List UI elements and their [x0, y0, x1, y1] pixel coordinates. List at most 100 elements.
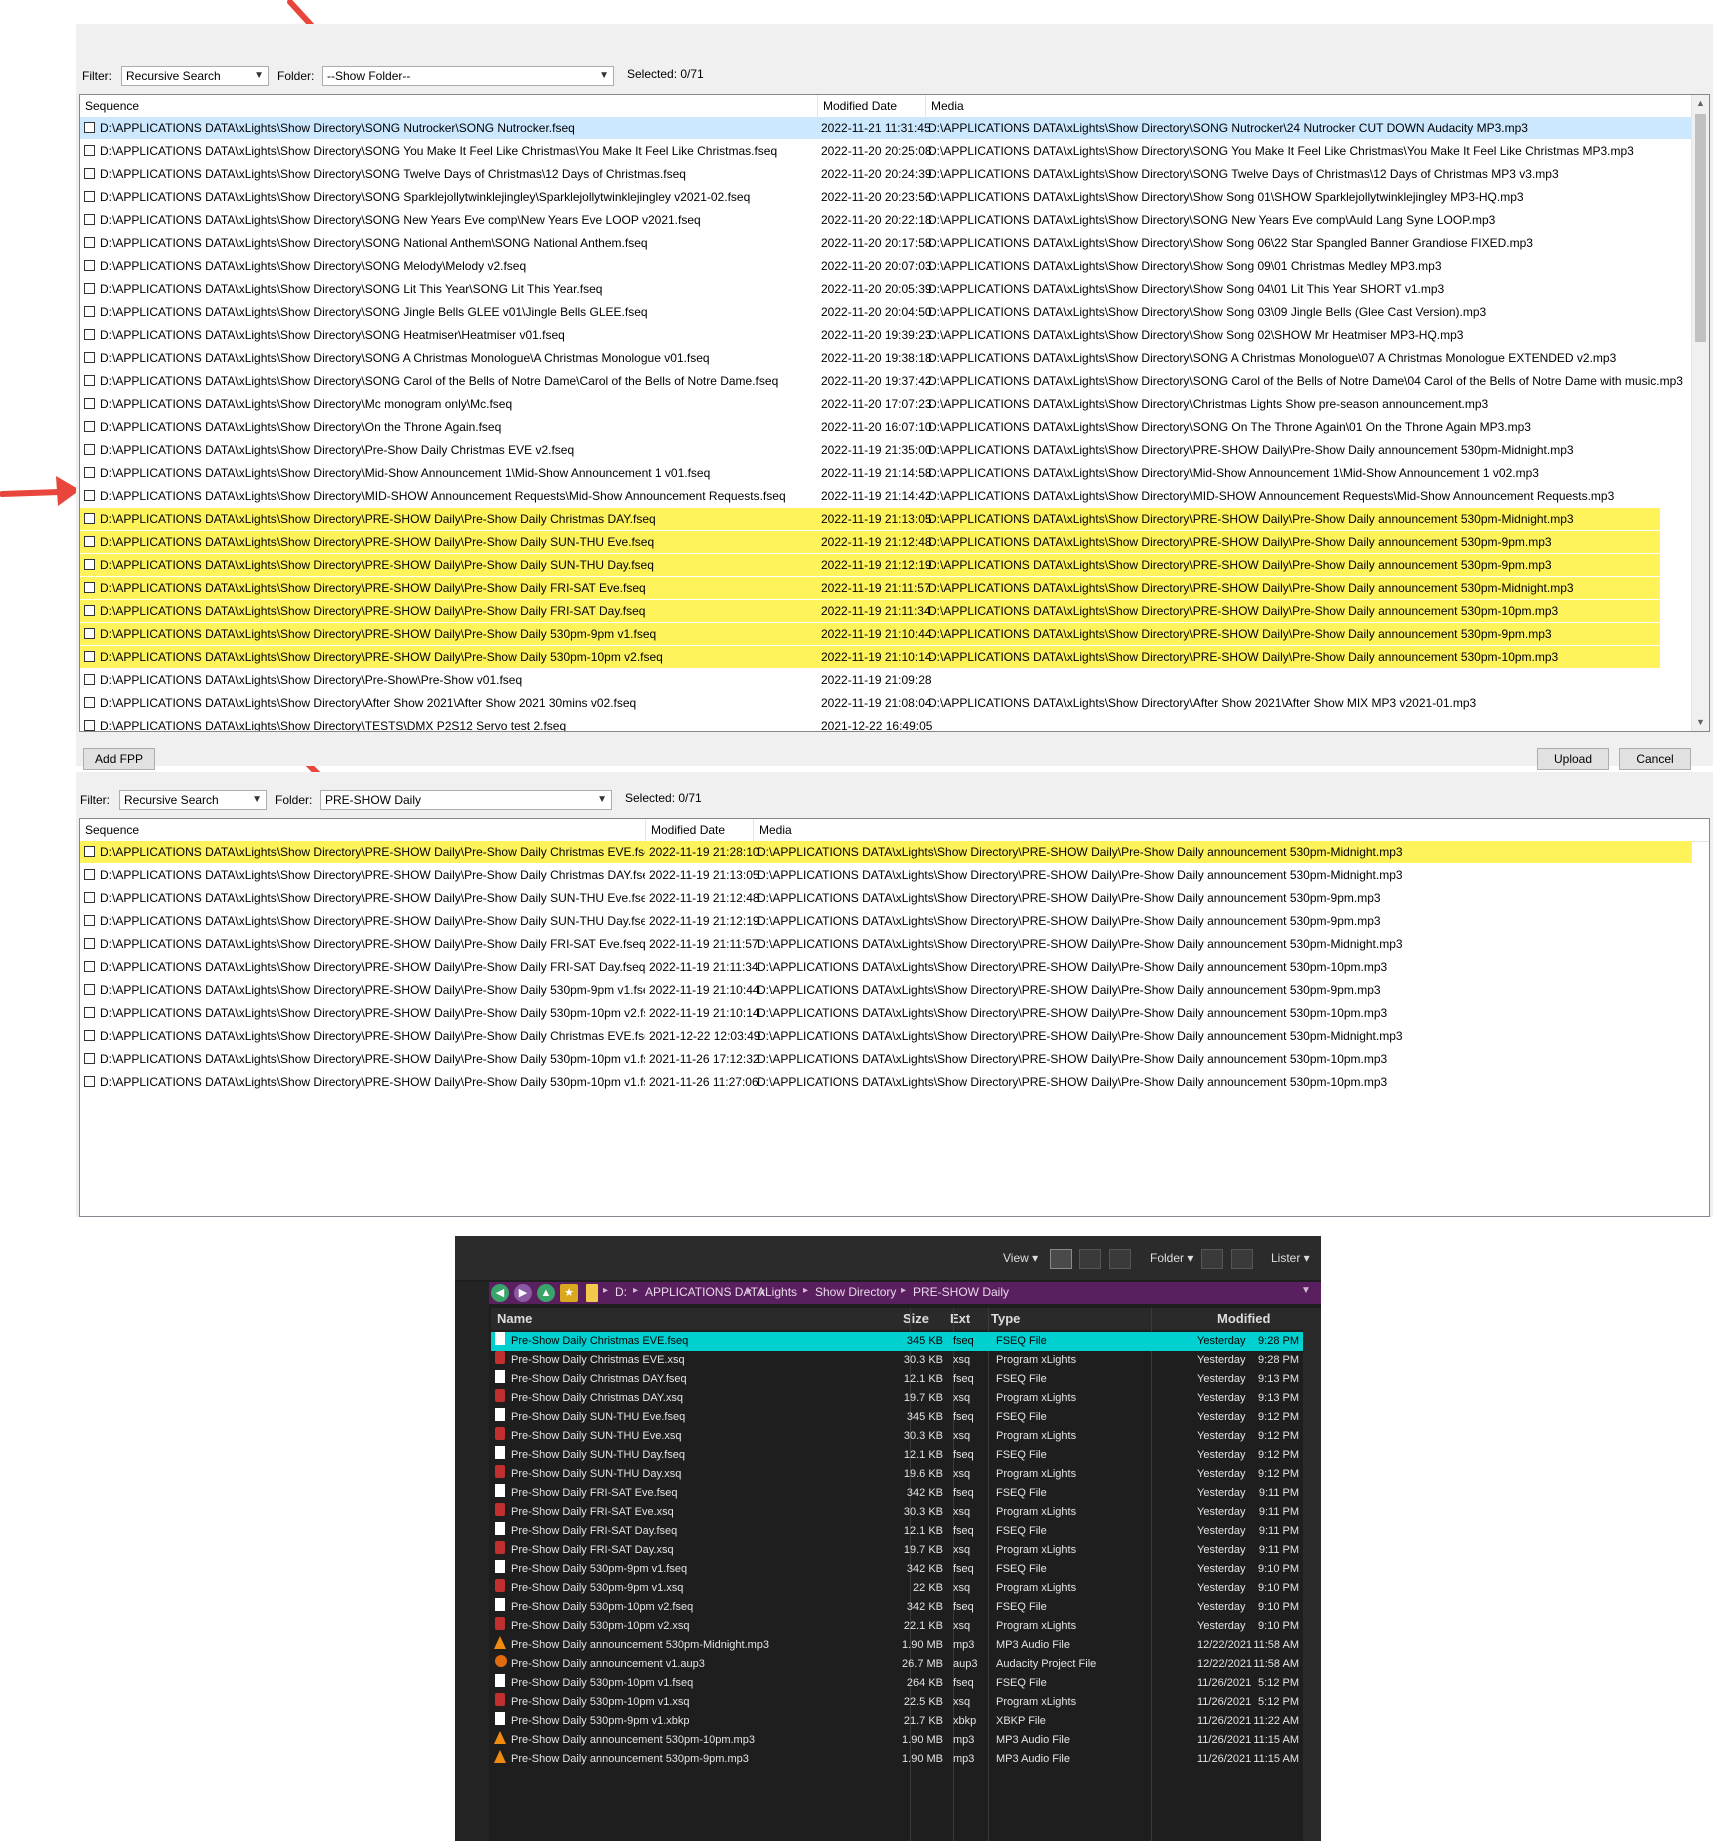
row-checkbox[interactable]	[84, 536, 95, 547]
table-row[interactable]: D:\APPLICATIONS DATA\xLights\Show Direct…	[80, 554, 1660, 576]
table-row[interactable]: D:\APPLICATIONS DATA\xLights\Show Direct…	[80, 600, 1660, 622]
table-row[interactable]: D:\APPLICATIONS DATA\xLights\Show Direct…	[80, 1071, 1692, 1093]
row-checkbox[interactable]	[84, 1030, 95, 1041]
table-row[interactable]: D:\APPLICATIONS DATA\xLights\Show Direct…	[80, 278, 1692, 300]
column-header-modified-date[interactable]: Modified Date	[646, 819, 754, 841]
column-header-media[interactable]: Media	[926, 95, 1526, 117]
row-checkbox[interactable]	[84, 191, 95, 202]
table-row[interactable]: D:\APPLICATIONS DATA\xLights\Show Direct…	[80, 623, 1660, 645]
table-row[interactable]: D:\APPLICATIONS DATA\xLights\Show Direct…	[80, 979, 1692, 1001]
column-header-modified-date[interactable]: Modified Date	[818, 95, 926, 117]
row-checkbox[interactable]	[84, 444, 95, 455]
row-checkbox[interactable]	[84, 651, 95, 662]
file-row[interactable]: Pre-Show Daily 530pm-10pm v2.fseq 342 KB f…	[491, 1598, 1303, 1617]
row-checkbox[interactable]	[84, 915, 95, 926]
favorites-icon[interactable]: ★	[560, 1284, 578, 1302]
file-row[interactable]: Pre-Show Daily SUN-THU Day.xsq 19.6 KB xsq…	[491, 1465, 1303, 1484]
breadcrumb-show-directory[interactable]: Show Directory	[815, 1285, 896, 1299]
breadcrumb-xlights[interactable]: xLights	[759, 1285, 797, 1299]
table-row[interactable]: D:\APPLICATIONS DATA\xLights\Show Direct…	[80, 416, 1692, 438]
column-header-sequence[interactable]: Sequence	[80, 819, 646, 841]
vertical-scrollbar[interactable]: ▲ ▼	[1691, 95, 1709, 731]
row-checkbox[interactable]	[84, 375, 95, 386]
up-icon[interactable]: ▲	[537, 1284, 555, 1302]
row-checkbox[interactable]	[84, 398, 95, 409]
folder-dropdown[interactable]: PRE-SHOW Daily ▼	[320, 790, 612, 810]
file-row[interactable]: Pre-Show Daily 530pm-10pm v1.xsq 22.5 KB x…	[491, 1693, 1303, 1712]
scroll-up-icon[interactable]: ▲	[1692, 95, 1709, 112]
table-row[interactable]: D:\APPLICATIONS DATA\xLights\Show Direct…	[80, 646, 1660, 668]
file-row[interactable]: Pre-Show Daily SUN-THU Eve.fseq 345 KB fse…	[491, 1408, 1303, 1427]
row-checkbox[interactable]	[84, 720, 95, 731]
file-row[interactable]: Pre-Show Daily 530pm-10pm v2.xsq 22.1 KB x…	[491, 1617, 1303, 1636]
chevron-down-icon[interactable]: ▼	[1301, 1285, 1311, 1296]
list-view-icon[interactable]	[1079, 1249, 1101, 1269]
sequence-list[interactable]: Sequence Modified Date Media D:\APPLICAT…	[79, 818, 1710, 1217]
table-row[interactable]: D:\APPLICATIONS DATA\xLights\Show Direct…	[80, 439, 1692, 461]
table-row[interactable]: D:\APPLICATIONS DATA\xLights\Show Direct…	[80, 393, 1692, 415]
row-checkbox[interactable]	[84, 168, 95, 179]
table-row[interactable]: D:\APPLICATIONS DATA\xLights\Show Direct…	[80, 933, 1692, 955]
row-checkbox[interactable]	[84, 582, 95, 593]
lister-menu[interactable]: Lister ▾	[1271, 1251, 1310, 1265]
details-view-icon[interactable]	[1050, 1249, 1072, 1269]
column-name[interactable]: Name	[497, 1311, 532, 1326]
file-row[interactable]: Pre-Show Daily announcement 530pm-10pm.m…	[491, 1731, 1303, 1750]
file-row[interactable]: Pre-Show Daily FRI-SAT Day.fseq 12.1 KB fs…	[491, 1522, 1303, 1541]
row-checkbox[interactable]	[84, 352, 95, 363]
file-row[interactable]: Pre-Show Daily Christmas EVE.xsq 30.3 KB x…	[491, 1351, 1303, 1370]
scroll-down-icon[interactable]: ▼	[1692, 714, 1709, 731]
row-checkbox[interactable]	[84, 329, 95, 340]
row-checkbox[interactable]	[84, 490, 95, 501]
file-row[interactable]: Pre-Show Daily FRI-SAT Eve.xsq 30.3 KB xsq…	[491, 1503, 1303, 1522]
table-row[interactable]: D:\APPLICATIONS DATA\xLights\Show Direct…	[80, 910, 1692, 932]
breadcrumb-drive[interactable]: D:	[615, 1285, 627, 1299]
row-checkbox[interactable]	[84, 869, 95, 880]
dual-horizontal-icon[interactable]	[1201, 1249, 1223, 1269]
filter-dropdown[interactable]: Recursive Search ▼	[119, 790, 267, 810]
column-header-media[interactable]: Media	[754, 819, 1454, 841]
file-row[interactable]: Pre-Show Daily SUN-THU Day.fseq 12.1 KB fs…	[491, 1446, 1303, 1465]
address-bar[interactable]: ◀ ▶ ▲ ★ ▸ D: ▸ APPLICATIONS DATA ▸ xLigh…	[489, 1282, 1321, 1304]
add-fpp-button[interactable]: Add FPP	[83, 748, 155, 770]
file-row[interactable]: Pre-Show Daily FRI-SAT Day.xsq 19.7 KB xsq…	[491, 1541, 1303, 1560]
table-row[interactable]: D:\APPLICATIONS DATA\xLights\Show Direct…	[80, 232, 1692, 254]
table-row[interactable]: D:\APPLICATIONS DATA\xLights\Show Direct…	[80, 324, 1692, 346]
file-row[interactable]: Pre-Show Daily FRI-SAT Eve.fseq 342 KB fse…	[491, 1484, 1303, 1503]
table-row[interactable]: D:\APPLICATIONS DATA\xLights\Show Direct…	[80, 347, 1692, 369]
table-row[interactable]: D:\APPLICATIONS DATA\xLights\Show Direct…	[80, 692, 1692, 714]
row-checkbox[interactable]	[84, 628, 95, 639]
table-row[interactable]: D:\APPLICATIONS DATA\xLights\Show Direct…	[80, 163, 1692, 185]
table-row[interactable]: D:\APPLICATIONS DATA\xLights\Show Direct…	[80, 577, 1660, 599]
file-row[interactable]: Pre-Show Daily Christmas EVE.fseq 345 KB f…	[491, 1332, 1303, 1351]
column-type[interactable]: Type	[991, 1311, 1020, 1326]
row-checkbox[interactable]	[84, 467, 95, 478]
file-row[interactable]: Pre-Show Daily Christmas DAY.fseq 12.1 KB…	[491, 1370, 1303, 1389]
row-checkbox[interactable]	[84, 892, 95, 903]
table-row[interactable]: D:\APPLICATIONS DATA\xLights\Show Direct…	[80, 864, 1692, 886]
table-row[interactable]: D:\APPLICATIONS DATA\xLights\Show Direct…	[80, 1002, 1692, 1024]
folder-dropdown[interactable]: --Show Folder-- ▼	[322, 66, 614, 86]
file-row[interactable]: Pre-Show Daily Christmas DAY.xsq 19.7 KB x…	[491, 1389, 1303, 1408]
upload-button[interactable]: Upload	[1537, 748, 1609, 770]
file-row[interactable]: Pre-Show Daily 530pm-9pm v1.xsq 22 KB xsq P…	[491, 1579, 1303, 1598]
row-checkbox[interactable]	[84, 421, 95, 432]
table-row[interactable]: D:\APPLICATIONS DATA\xLights\Show Direct…	[80, 485, 1692, 507]
column-size[interactable]: Size	[903, 1311, 929, 1326]
row-checkbox[interactable]	[84, 283, 95, 294]
breadcrumb-pre-show-daily[interactable]: PRE-SHOW Daily	[913, 1285, 1009, 1299]
table-row[interactable]: D:\APPLICATIONS DATA\xLights\Show Direct…	[80, 887, 1692, 909]
file-row[interactable]: Pre-Show Daily announcement v1.aup3 26.7 …	[491, 1655, 1303, 1674]
row-checkbox[interactable]	[84, 1053, 95, 1064]
file-row[interactable]: Pre-Show Daily announcement 530pm-9pm.mp…	[491, 1750, 1303, 1769]
file-row[interactable]: Pre-Show Daily 530pm-9pm v1.fseq 342 KB fs…	[491, 1560, 1303, 1579]
back-icon[interactable]: ◀	[491, 1284, 509, 1302]
table-row[interactable]: D:\APPLICATIONS DATA\xLights\Show Direct…	[80, 186, 1692, 208]
row-checkbox[interactable]	[84, 306, 95, 317]
table-row[interactable]: D:\APPLICATIONS DATA\xLights\Show Direct…	[80, 531, 1660, 553]
table-row[interactable]: D:\APPLICATIONS DATA\xLights\Show Direct…	[80, 669, 1692, 691]
cancel-button[interactable]: Cancel	[1619, 748, 1691, 770]
row-checkbox[interactable]	[84, 214, 95, 225]
row-checkbox[interactable]	[84, 605, 95, 616]
row-checkbox[interactable]	[84, 237, 95, 248]
